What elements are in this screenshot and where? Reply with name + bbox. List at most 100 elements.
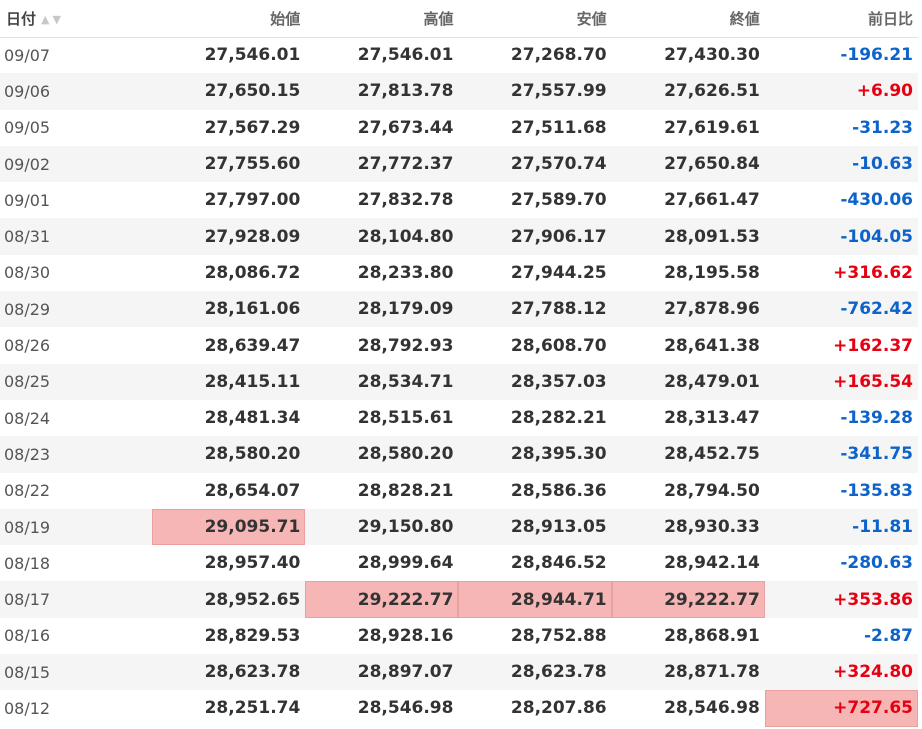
cell-date: 08/24 [4,408,51,428]
cell-close: 27,650.84 [611,145,765,183]
cell-close: 28,546.98 [664,698,760,719]
cell-high: 29,222.77 [305,581,459,618]
sort-descending-icon[interactable]: ▼ [52,13,63,26]
cell-high: 28,179.09 [305,291,459,328]
cell-low: 28,608.70 [510,335,607,356]
column-header-low: 安値 [458,0,612,38]
cell-change: -139.28 [840,408,913,429]
cell-open: 28,952.65 [152,581,306,618]
cell-date: 08/26 [4,336,51,356]
cell-change: -135.83 [840,480,913,501]
cell-close: 28,091.53 [611,218,765,255]
column-header-open: 始値 [152,0,306,38]
cell-low: 27,589.70 [510,190,607,211]
cell-change: -280.63 [840,553,913,574]
column-header-close: 終値 [611,0,765,38]
cell-close: 28,641.38 [664,335,760,356]
cell-close: 28,930.33 [611,508,765,546]
cell-date: 08/18 [4,553,51,573]
table-row: 08/16 28,829.53 28,928.16 28,752.88 28,868.9… [0,618,918,654]
cell-change: +727.65 [764,690,918,727]
cell-low: 28,586.36 [510,480,607,501]
table-row: 08/24 28,481.34 28,515.61 28,282.21 28,313.4… [0,400,918,436]
cell-change: -196.21 [840,45,913,66]
cell-high: 28,515.61 [357,408,454,429]
cell-date: 08/17 [0,581,153,618]
cell-low: 28,944.71 [458,581,612,618]
cell-close: 28,942.14 [664,553,760,574]
cell-date: 09/01 [4,190,51,210]
cell-open: 28,161.06 [152,291,306,328]
cell-high: 29,150.80 [305,508,459,546]
cell-high: 28,233.80 [357,262,454,283]
cell-change: -10.63 [764,145,918,183]
cell-change: +162.37 [833,335,913,356]
cell-date: 09/02 [0,145,153,183]
cell-high: 27,546.01 [357,45,454,66]
cell-open: 28,957.40 [204,553,301,574]
cell-change: -762.42 [764,291,918,328]
header-row: 日付 ▲▼ 始値 高値 安値 終値 前日比 [0,0,918,38]
table-row: 08/18 28,957.40 28,999.64 28,846.52 28,942.1… [0,545,918,581]
cell-change: -104.05 [764,218,918,255]
cell-close: 28,195.58 [664,262,760,283]
cell-date: 09/07 [4,45,51,65]
table-row: 08/22 28,654.07 28,828.21 28,586.36 28,794.5… [0,473,918,509]
cell-high: 28,928.16 [357,625,454,646]
cell-open: 29,095.71 [152,508,306,546]
cell-date: 08/12 [4,698,51,718]
sort-ascending-icon[interactable]: ▲ [41,13,52,26]
cell-low: 27,570.74 [458,145,612,183]
cell-date: 08/30 [4,263,51,283]
cell-open: 28,251.74 [204,698,301,719]
cell-date: 09/05 [4,118,51,138]
cell-low: 28,282.21 [510,408,607,429]
table-row: 08/25 28,415.11 28,534.71 28,357.03 28,479.0… [0,363,918,400]
cell-change: -341.75 [764,436,918,473]
cell-change: -11.81 [764,508,918,546]
cell-change: +165.54 [764,363,918,400]
cell-date: 08/16 [4,626,51,646]
cell-close: 28,794.50 [664,480,760,501]
cell-open: 28,654.07 [204,480,301,501]
column-header-date[interactable]: 日付 ▲▼ [0,0,153,38]
price-history-table: 日付 ▲▼ 始値 高値 安値 終値 前日比 09/07 27,546.01 27,54… [0,0,918,727]
cell-high: 28,999.64 [357,553,454,574]
cell-date: 08/23 [0,436,153,473]
table-body: 09/07 27,546.01 27,546.01 27,268.70 27,430.3… [0,37,918,727]
cell-close: 27,626.51 [611,73,765,110]
cell-change: -430.06 [840,190,913,211]
cell-low: 28,207.86 [510,698,607,719]
cell-open: 27,546.01 [204,45,301,66]
cell-high: 28,828.21 [357,480,454,501]
cell-low: 28,752.88 [510,625,607,646]
table-row: 09/05 27,567.29 27,673.44 27,511.68 27,619.6… [0,110,918,146]
cell-low: 28,846.52 [510,553,607,574]
cell-open: 27,755.60 [152,145,306,183]
cell-open: 28,481.34 [204,408,301,429]
cell-close: 28,313.47 [664,408,760,429]
cell-change: +6.90 [764,73,918,110]
table-header: 日付 ▲▼ 始値 高値 安値 終値 前日比 [0,0,918,38]
cell-open: 28,415.11 [152,363,306,400]
cell-open: 28,829.53 [204,625,301,646]
column-header-change: 前日比 [764,0,918,38]
cell-close: 28,479.01 [611,363,765,400]
sort-icons: ▲▼ [41,13,64,26]
cell-date: 08/25 [0,363,153,400]
cell-high: 27,772.37 [305,145,459,183]
table-row: 08/26 28,639.47 28,792.93 28,608.70 28,641.3… [0,327,918,363]
cell-low: 28,623.78 [458,654,612,691]
cell-close: 28,871.78 [611,654,765,691]
cell-open: 27,567.29 [204,117,301,138]
cell-open: 27,650.15 [152,73,306,110]
cell-close: 27,430.30 [664,45,760,66]
cell-open: 27,797.00 [204,190,301,211]
cell-change: +353.86 [764,581,918,618]
cell-close: 27,661.47 [664,190,760,211]
cell-date: 08/29 [0,291,153,328]
table-row: 08/29 28,161.06 28,179.09 27,788.12 27,878.9… [0,291,918,328]
cell-change: -2.87 [864,625,913,646]
column-header-high: 高値 [305,0,459,38]
cell-change: +316.62 [833,262,913,283]
